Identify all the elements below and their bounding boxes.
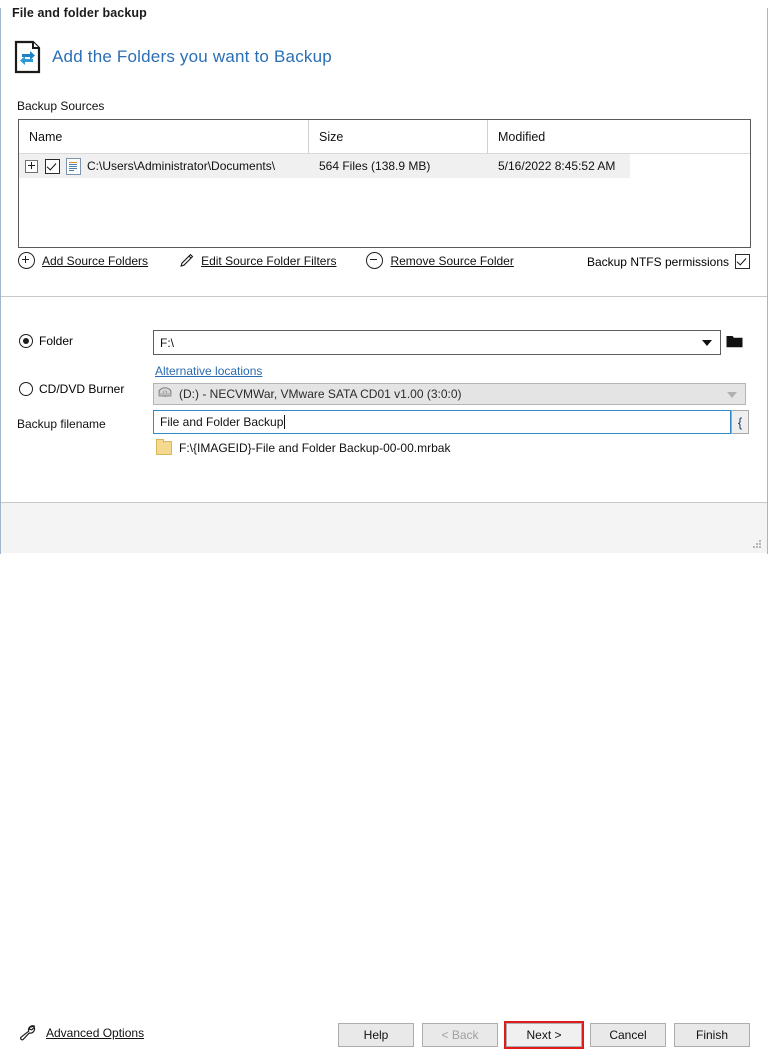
edit-source-folder-filters-label: Edit Source Folder Filters	[201, 253, 337, 268]
advanced-options-button[interactable]: Advanced Options	[18, 1024, 144, 1042]
filename-preview: F:\{IMAGEID}-File and Folder Backup-00-0…	[156, 439, 451, 455]
table-row[interactable]: C:\Users\Administrator\Documents\ 564 Fi…	[19, 154, 630, 178]
cd-device-combobox[interactable]: (D:) - NECVMWar, VMware SATA CD01 v1.00 …	[153, 383, 746, 405]
help-button[interactable]: Help	[338, 1023, 414, 1047]
add-source-folders-label: Add Source Folders	[42, 253, 149, 268]
finish-button[interactable]: Finish	[674, 1023, 750, 1047]
row-path-label: C:\Users\Administrator\Documents\	[87, 159, 276, 173]
backup-wizard-window: File and folder backup Add the Folders y…	[0, 0, 768, 1049]
chevron-down-icon-disabled	[727, 392, 737, 398]
row-name-cell[interactable]: C:\Users\Administrator\Documents\	[19, 154, 309, 178]
alternative-locations-link[interactable]: Alternative locations	[155, 364, 262, 378]
cd-drive-icon	[158, 387, 174, 401]
destination-cd-radio[interactable]: CD/DVD Burner	[19, 382, 124, 396]
chevron-down-icon[interactable]	[702, 340, 712, 346]
footer-bar: Advanced Options Help < Back Next > Canc…	[1, 503, 767, 1049]
backup-filename-label: Backup filename	[17, 417, 106, 431]
row-checkbox[interactable]	[45, 158, 60, 174]
backup-sources-label: Backup Sources	[17, 99, 105, 113]
destination-cd-label: CD/DVD Burner	[39, 382, 125, 396]
text-caret	[284, 415, 286, 429]
remove-source-folder-button[interactable]: Remove Source Folder	[366, 252, 514, 269]
cancel-button[interactable]: Cancel	[590, 1023, 666, 1047]
list-header: Name Size Modified	[19, 120, 750, 154]
add-source-folders-button[interactable]: Add Source Folders	[18, 252, 148, 269]
remove-source-folder-label: Remove Source Folder	[390, 253, 514, 268]
minus-circle-icon	[366, 252, 384, 269]
file-list-icon	[66, 157, 81, 175]
radio-folder-indicator[interactable]	[19, 334, 33, 348]
cd-device-value: (D:) - NECVMWar, VMware SATA CD01 v1.00 …	[179, 387, 462, 401]
backup-filename-input[interactable]: File and Folder Backup	[153, 410, 731, 434]
backup-ntfs-permissions-label: Backup NTFS permissions	[586, 254, 729, 269]
document-sync-icon	[14, 40, 42, 74]
back-button: < Back	[422, 1023, 498, 1047]
radio-cd-indicator[interactable]	[19, 382, 33, 396]
page-header: Add the Folders you want to Backup	[14, 40, 332, 74]
column-header-name[interactable]: Name	[19, 120, 309, 153]
filename-macro-button[interactable]: {	[731, 410, 749, 434]
backup-filename-value: File and Folder Backup	[160, 415, 284, 429]
next-button[interactable]: Next >	[506, 1023, 582, 1047]
backup-ntfs-permissions-checkbox[interactable]: Backup NTFS permissions	[587, 254, 750, 269]
folder-browse-icon[interactable]	[726, 334, 743, 348]
destination-folder-combobox[interactable]: F:\	[153, 330, 721, 355]
window-frame-left	[0, 8, 1, 554]
page-title: Add the Folders you want to Backup	[52, 47, 332, 66]
wrench-icon	[18, 1024, 38, 1042]
row-modified-cell: 5/16/2022 8:45:52 AM	[498, 159, 616, 173]
ntfs-checkbox-box[interactable]	[735, 254, 750, 269]
column-header-modified[interactable]: Modified	[488, 120, 750, 153]
advanced-options-label: Advanced Options	[46, 1026, 145, 1040]
folder-icon	[156, 439, 172, 455]
column-header-size[interactable]: Size	[309, 120, 488, 153]
window-title: File and folder backup	[12, 6, 147, 20]
source-actions-toolbar: Add Source Folders Edit Source Folder Fi…	[18, 252, 544, 269]
destination-folder-label: Folder	[39, 334, 74, 348]
pencil-icon	[178, 253, 194, 269]
plus-circle-icon	[18, 252, 35, 269]
row-size-cell: 564 Files (138.9 MB)	[319, 159, 431, 173]
backup-sources-list[interactable]: Name Size Modified C:\Users\Administrato…	[18, 119, 751, 248]
edit-source-folder-filters-button[interactable]: Edit Source Folder Filters	[178, 253, 336, 269]
expand-icon[interactable]	[25, 159, 38, 173]
destination-folder-radio[interactable]: Folder	[19, 334, 73, 348]
resize-grip[interactable]	[753, 540, 763, 550]
destination-folder-value: F:\	[160, 335, 174, 350]
filename-preview-text: F:\{IMAGEID}-File and Folder Backup-00-0…	[179, 441, 451, 455]
section-divider	[1, 296, 767, 297]
